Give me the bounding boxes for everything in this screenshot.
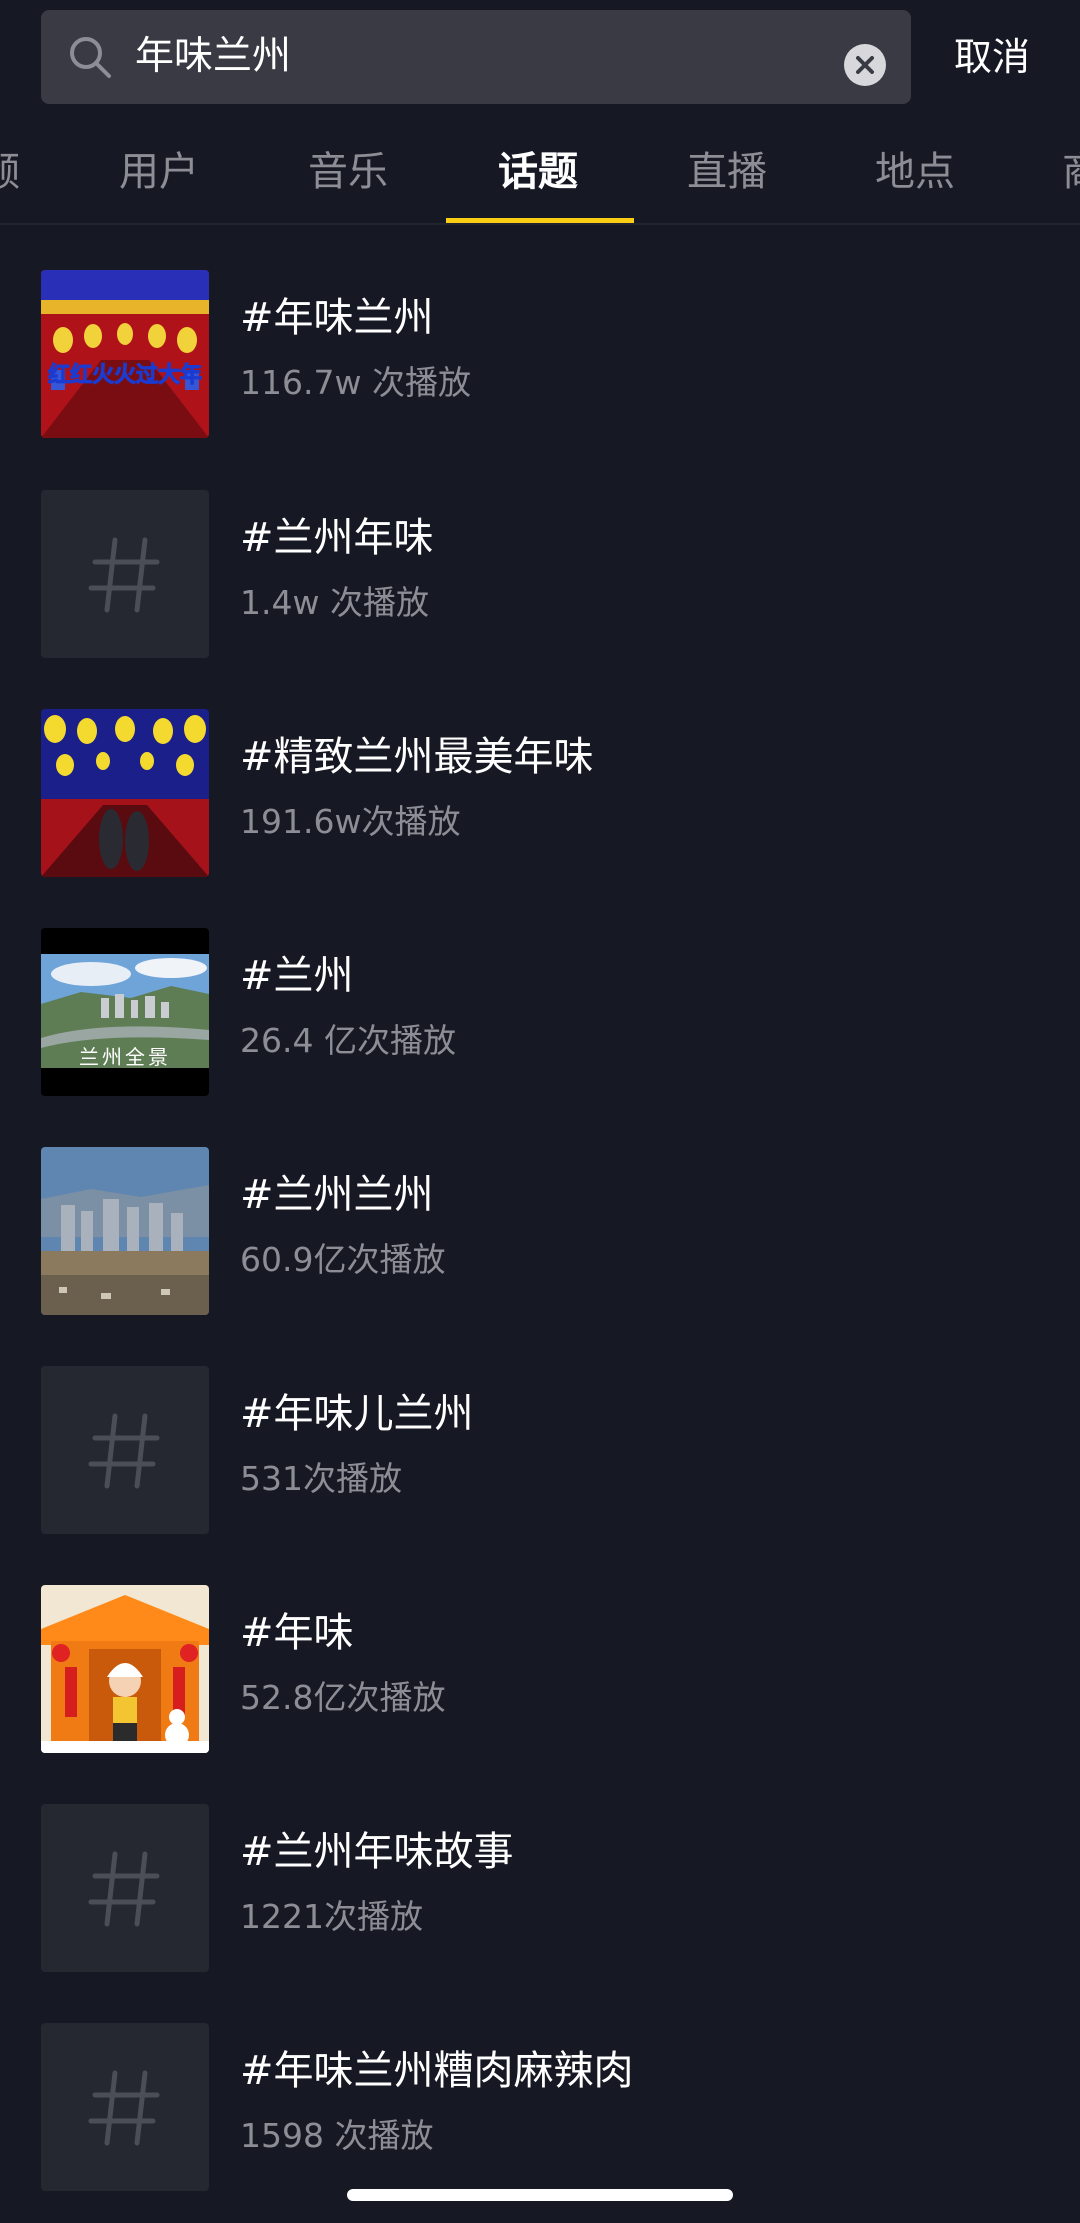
lantern-street-thumbnail [41,709,209,877]
topic-row[interactable]: #精致兰州最美年味 191.6w次播放 [0,709,1080,877]
lantern-street-thumbnail: 红红火火过大年 [41,270,209,438]
search-bar[interactable] [41,10,911,104]
tab-places[interactable]: 地点 [875,120,955,224]
topic-title: #兰州 [240,953,354,999]
search-input[interactable] [135,10,835,104]
topic-title: #兰州年味 [240,515,434,561]
category-tabs: 频 用户 音乐 话题 直播 地点 商 [0,120,1080,224]
city-panorama-thumbnail: 兰州全景 [41,928,209,1096]
topic-title: #年味儿兰州 [240,1391,474,1437]
topic-row[interactable]: #兰州兰州 60.9亿次播放 [0,1147,1080,1315]
divider [0,223,1080,225]
topic-row[interactable]: #年味兰州糟肉麻辣肉 1598 次播放 [0,2023,1080,2191]
tab-live[interactable]: 直播 [687,120,767,224]
topic-title: #兰州兰州 [240,1172,434,1218]
thumbnail-caption: 红红火火过大年 [48,362,202,388]
cancel-button[interactable]: 取消 [954,25,1030,89]
hashtag-icon [41,2023,209,2191]
play-count: 26.4 亿次播放 [240,1021,456,1060]
hashtag-icon [41,1804,209,1972]
play-count: 52.8亿次播放 [240,1678,446,1717]
hashtag-icon [41,1366,209,1534]
play-count: 1221次播放 [240,1897,423,1936]
topic-title: #兰州年味故事 [240,1829,514,1875]
thumbnail-caption: 兰州全景 [79,1045,171,1069]
tab-shop[interactable]: 商 [1062,120,1080,224]
city-river-thumbnail [41,1147,209,1315]
new-year-cartoon-thumbnail [41,1585,209,1753]
tab-video[interactable]: 频 [0,120,20,224]
topic-title: #年味 [240,1610,354,1656]
play-count: 1.4w 次播放 [240,583,429,622]
topic-row[interactable]: #兰州年味 1.4w 次播放 [0,490,1080,658]
search-icon [70,37,111,78]
tab-music[interactable]: 音乐 [308,120,388,224]
topic-row[interactable]: 红红火火过大年 #年味兰州 116.7w 次播放 [0,270,1080,438]
topic-title: #精致兰州最美年味 [240,734,594,780]
tab-topics[interactable]: 话题 [498,120,578,224]
play-count: 531次播放 [240,1459,402,1498]
topic-row[interactable]: 兰州全景 #兰州 26.4 亿次播放 [0,928,1080,1096]
play-count: 116.7w 次播放 [240,363,471,402]
topic-row[interactable]: #兰州年味故事 1221次播放 [0,1804,1080,1972]
home-indicator [347,2189,733,2201]
clear-search-icon[interactable] [844,44,886,86]
play-count: 191.6w次播放 [240,802,461,841]
play-count: 60.9亿次播放 [240,1240,446,1279]
hashtag-icon [41,490,209,658]
topic-row[interactable]: #年味儿兰州 531次播放 [0,1366,1080,1534]
tab-users[interactable]: 用户 [119,120,199,224]
topic-title: #年味兰州糟肉麻辣肉 [240,2048,634,2094]
play-count: 1598 次播放 [240,2116,434,2155]
topic-row[interactable]: #年味 52.8亿次播放 [0,1585,1080,1753]
topic-title: #年味兰州 [240,295,434,341]
